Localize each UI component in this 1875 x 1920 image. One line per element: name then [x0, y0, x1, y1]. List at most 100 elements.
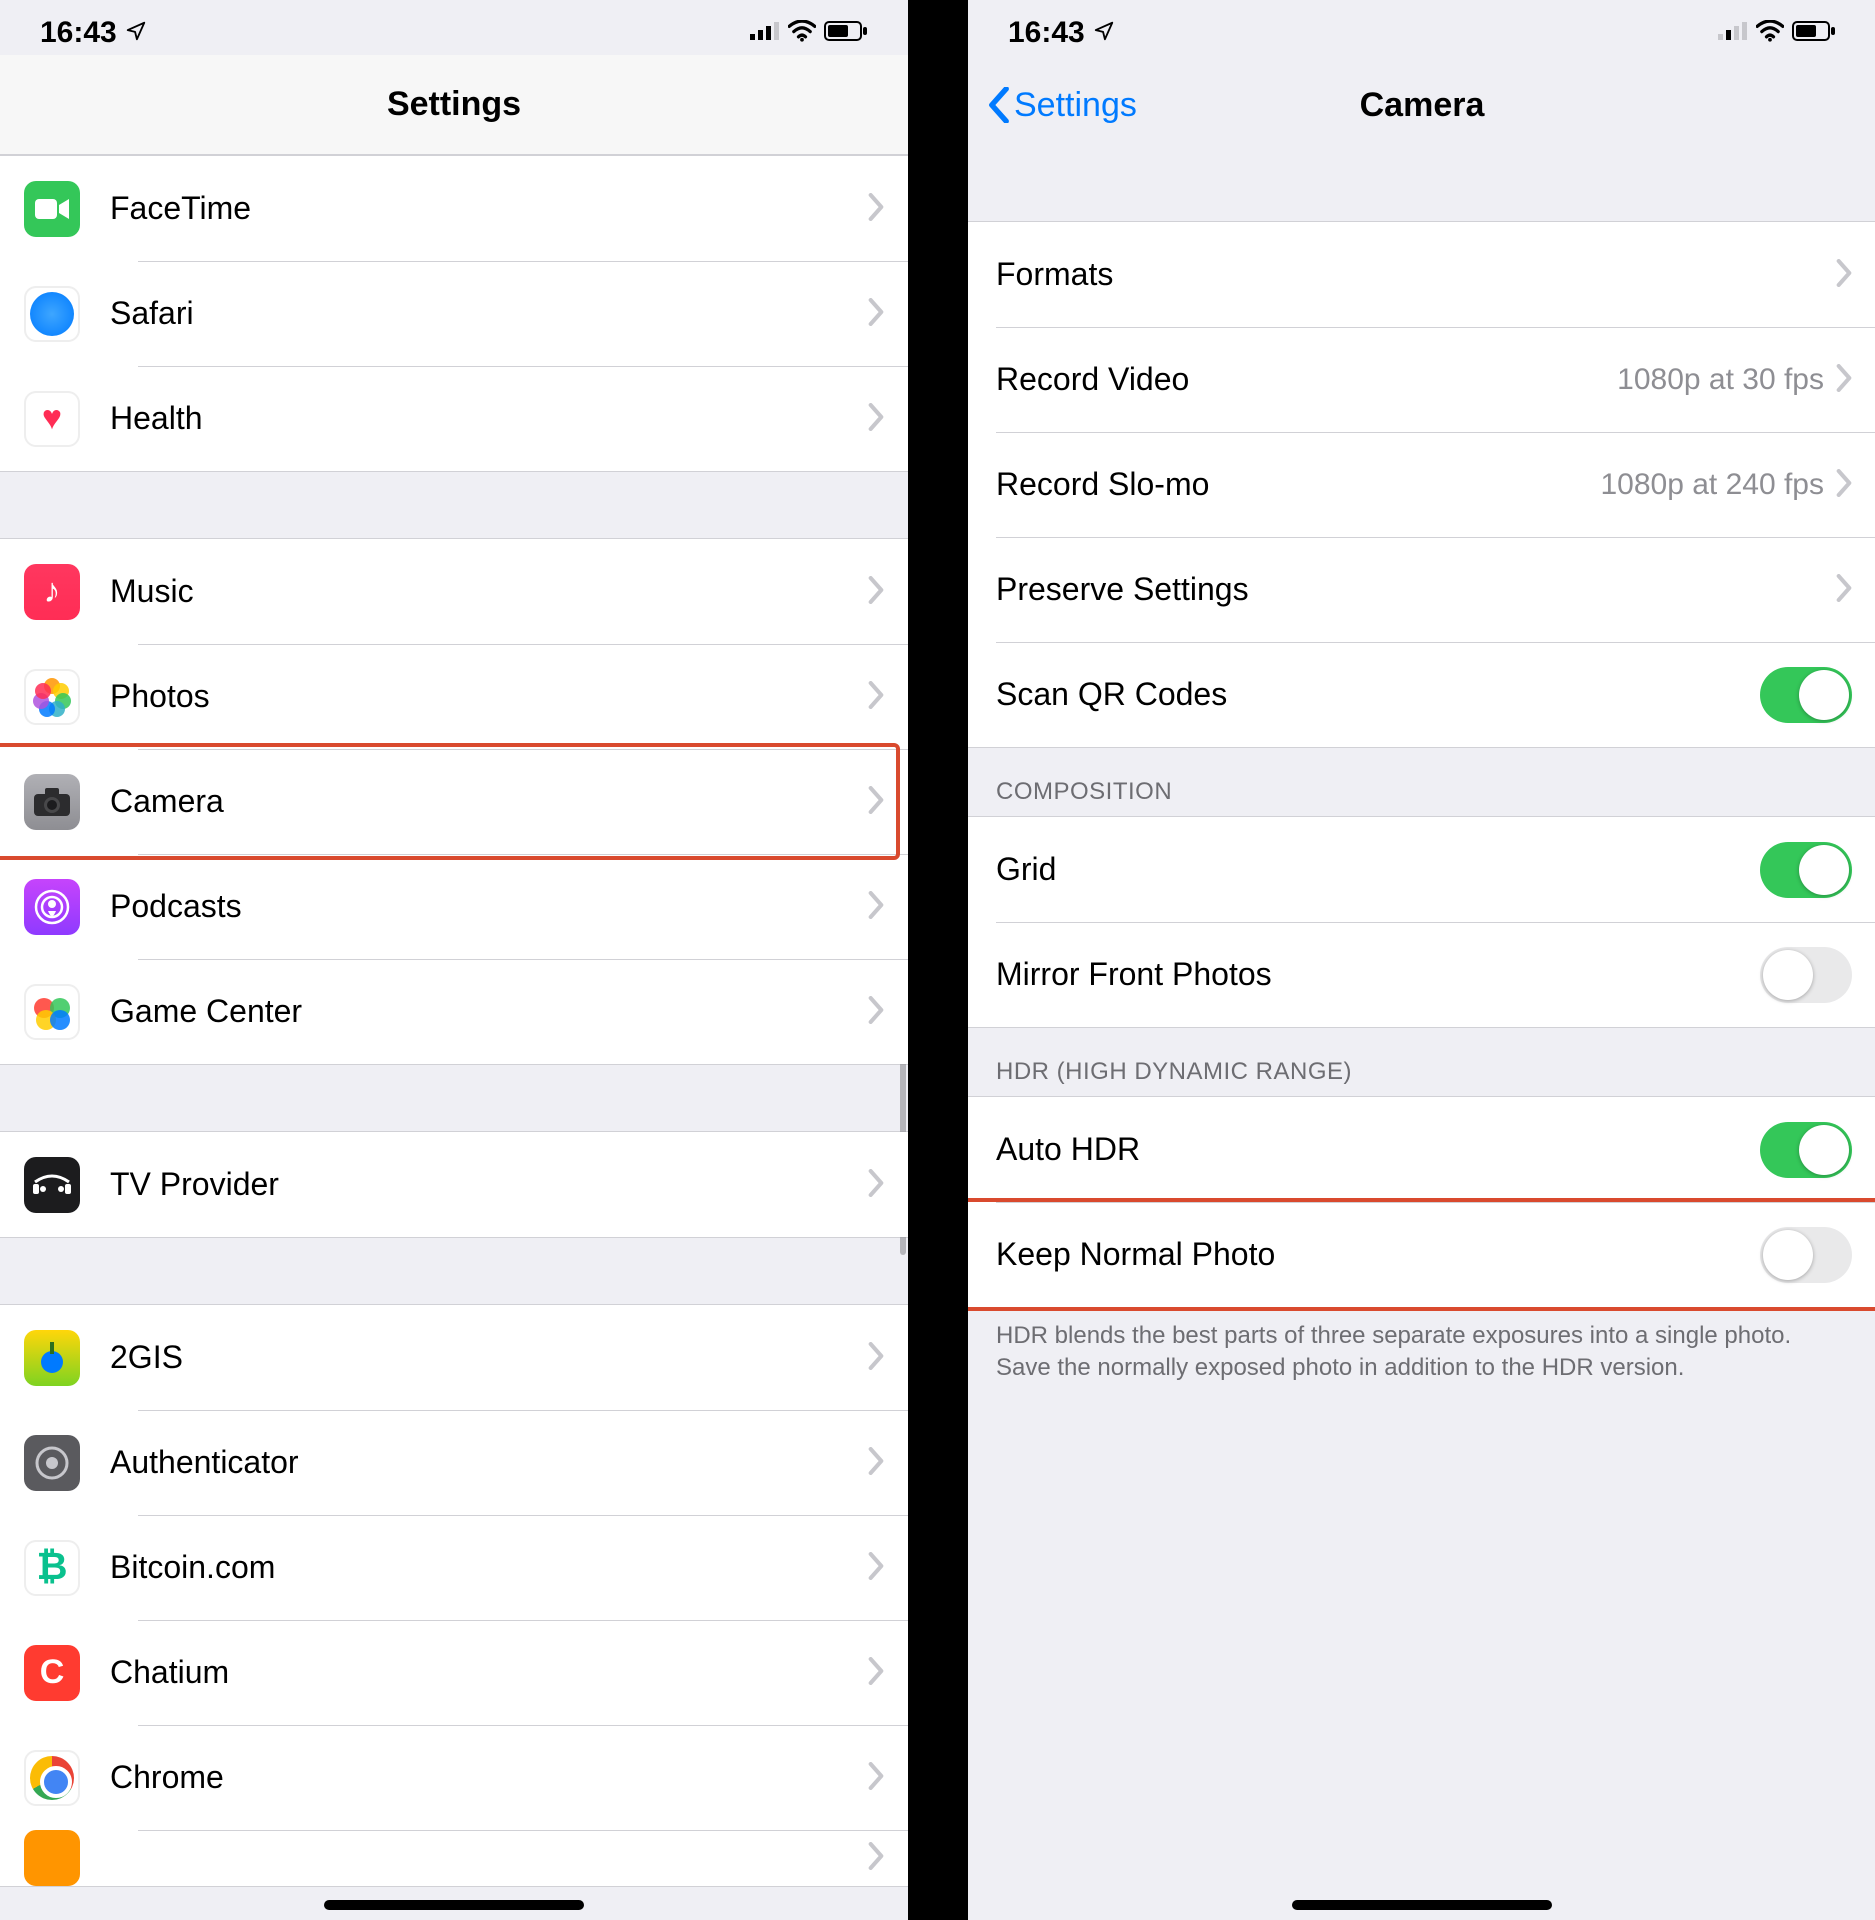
chevron-right-icon: [868, 1652, 884, 1694]
toggle-autohdr[interactable]: [1760, 1122, 1852, 1178]
dual-screenshot-container: 16:43 Settings FaceTimeS: [0, 0, 1875, 1920]
row-detail: 1080p at 240 fps: [1600, 468, 1824, 502]
cell-signal-icon: [1718, 16, 1748, 50]
camera-row-recslomo[interactable]: Record Slo-mo1080p at 240 fps: [968, 432, 1875, 537]
facetime-icon: [24, 181, 80, 237]
camera-row-autohdr[interactable]: Auto HDR: [968, 1097, 1875, 1202]
row-label: FaceTime: [110, 190, 868, 227]
settings-row-chrome[interactable]: Chrome: [0, 1725, 908, 1830]
camera-row-recvideo[interactable]: Record Video1080p at 30 fps: [968, 327, 1875, 432]
camera-row-mirror[interactable]: Mirror Front Photos: [968, 922, 1875, 1027]
chevron-right-icon: [868, 571, 884, 613]
podcasts-icon: [24, 879, 80, 935]
settings-row-facetime[interactable]: FaceTime: [0, 156, 908, 261]
phone-settings-list: 16:43 Settings FaceTimeS: [0, 0, 908, 1920]
camera-row-qrcodes[interactable]: Scan QR Codes: [968, 642, 1875, 747]
row-label: TV Provider: [110, 1166, 868, 1203]
settings-row-last[interactable]: [0, 1830, 908, 1886]
row-label: Record Video: [996, 361, 1617, 398]
settings-row-2gis[interactable]: 2GIS: [0, 1305, 908, 1410]
row-label: 2GIS: [110, 1339, 868, 1376]
settings-row-podcasts[interactable]: Podcasts: [0, 854, 908, 959]
row-label: Health: [110, 400, 868, 437]
chevron-right-icon: [1836, 254, 1852, 296]
status-time: 16:43: [40, 16, 117, 50]
camera-row-preserve[interactable]: Preserve Settings: [968, 537, 1875, 642]
settings-list[interactable]: FaceTime Safari ♥ Health ♪MusicPhotosCamera P…: [0, 155, 908, 1920]
camera-row-grid[interactable]: Grid: [968, 817, 1875, 922]
chevron-right-icon: [868, 1837, 884, 1879]
settings-row-health[interactable]: ♥ Health: [0, 366, 908, 471]
status-bar: 16:43: [0, 0, 908, 55]
toggle-mirror[interactable]: [1760, 947, 1852, 1003]
row-label: Formats: [996, 256, 1836, 293]
row-detail: 1080p at 30 fps: [1617, 363, 1824, 397]
section-header: HDR (HIGH DYNAMIC RANGE): [968, 1028, 1875, 1096]
row-label: Bitcoin.com: [110, 1549, 868, 1586]
2gis-icon: [24, 1330, 80, 1386]
home-indicator[interactable]: [324, 1900, 584, 1910]
chatium-icon: C: [24, 1645, 80, 1701]
chevron-right-icon: [868, 676, 884, 718]
camera-icon: [24, 774, 80, 830]
camera-settings-list[interactable]: FormatsRecord Video1080p at 30 fpsRecord…: [968, 155, 1875, 1920]
btc-icon: ₿: [24, 1540, 80, 1596]
row-label: Chatium: [110, 1654, 868, 1691]
section-header: COMPOSITION: [968, 748, 1875, 816]
settings-row-safari[interactable]: Safari: [0, 261, 908, 366]
chevron-right-icon: [868, 886, 884, 928]
section-footer: HDR blends the best parts of three separ…: [968, 1308, 1875, 1385]
row-label: Mirror Front Photos: [996, 956, 1760, 993]
settings-row-btc[interactable]: ₿ Bitcoin.com: [0, 1515, 908, 1620]
battery-icon: [824, 16, 868, 50]
back-label: Settings: [1014, 86, 1137, 125]
wifi-icon: [1756, 16, 1784, 50]
toggle-qrcodes[interactable]: [1760, 667, 1852, 723]
row-label: Preserve Settings: [996, 571, 1836, 608]
location-icon: [1093, 16, 1115, 50]
chevron-right-icon: [1836, 569, 1852, 611]
gamecenter-icon: [24, 984, 80, 1040]
chevron-right-icon: [868, 1337, 884, 1379]
row-label: Record Slo-mo: [996, 466, 1600, 503]
row-label: Podcasts: [110, 888, 868, 925]
settings-row-auth[interactable]: Authenticator: [0, 1410, 908, 1515]
settings-row-camera[interactable]: Camera: [0, 749, 908, 854]
page-title: Camera: [1360, 86, 1485, 125]
row-label: Safari: [110, 295, 868, 332]
row-label: Authenticator: [110, 1444, 868, 1481]
status-bar: 16:43: [968, 0, 1875, 55]
nav-header: Settings: [0, 55, 908, 155]
wifi-icon: [788, 16, 816, 50]
settings-row-photos[interactable]: Photos: [0, 644, 908, 749]
page-title: Settings: [387, 85, 521, 124]
battery-icon: [1792, 16, 1836, 50]
row-label: Keep Normal Photo: [996, 1236, 1760, 1273]
nav-header: Settings Camera: [968, 55, 1875, 155]
location-icon: [125, 16, 147, 50]
row-label: Scan QR Codes: [996, 676, 1760, 713]
chevron-right-icon: [868, 398, 884, 440]
chevron-right-icon: [868, 293, 884, 335]
camera-row-keepnormal[interactable]: Keep Normal Photo: [968, 1202, 1875, 1307]
toggle-keepnormal[interactable]: [1760, 1227, 1852, 1283]
settings-row-music[interactable]: ♪Music: [0, 539, 908, 644]
settings-row-gamecenter[interactable]: Game Center: [0, 959, 908, 1064]
chevron-right-icon: [868, 781, 884, 823]
chevron-right-icon: [1836, 464, 1852, 506]
settings-row-chatium[interactable]: C Chatium: [0, 1620, 908, 1725]
row-label: Game Center: [110, 993, 868, 1030]
chrome-icon: [24, 1750, 80, 1806]
settings-row-tv[interactable]: TV Provider: [0, 1132, 908, 1237]
health-icon: ♥: [24, 391, 80, 447]
home-indicator[interactable]: [1292, 1900, 1552, 1910]
last-icon: [24, 1830, 80, 1886]
camera-row-formats[interactable]: Formats: [968, 222, 1875, 327]
back-button[interactable]: Settings: [988, 86, 1137, 125]
toggle-grid[interactable]: [1760, 842, 1852, 898]
row-label: Auto HDR: [996, 1131, 1760, 1168]
row-label: Music: [110, 573, 868, 610]
auth-icon: [24, 1435, 80, 1491]
tv-icon: [24, 1157, 80, 1213]
photos-icon: [24, 669, 80, 725]
